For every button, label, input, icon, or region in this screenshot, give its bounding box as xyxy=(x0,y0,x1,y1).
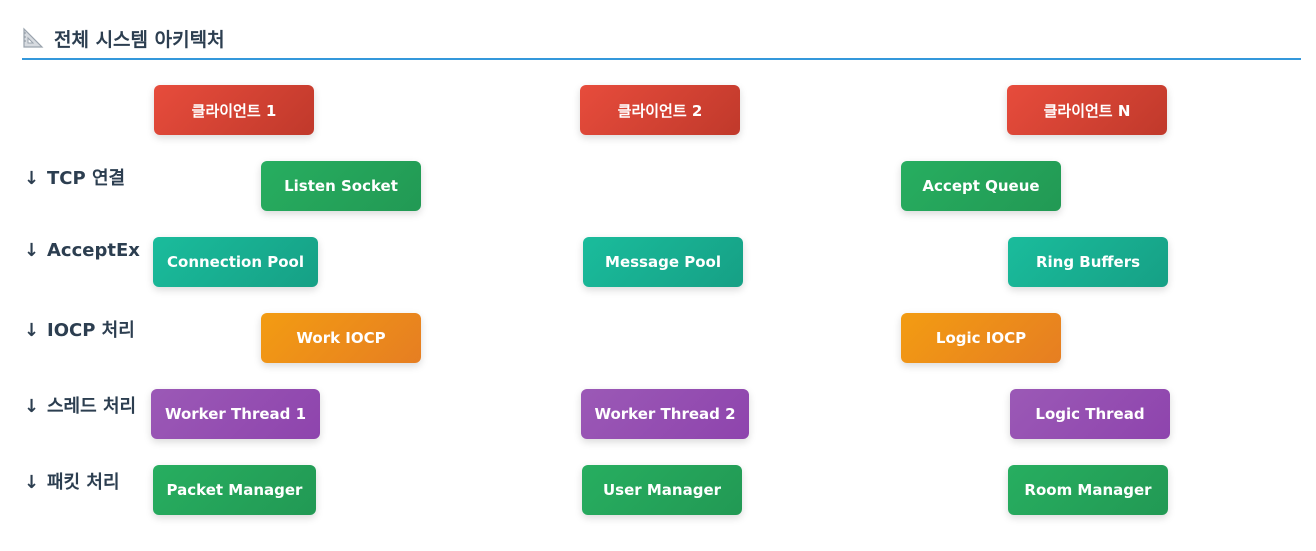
row-label-text: 스레드 처리 xyxy=(47,396,137,417)
connection-pool-node[interactable]: Connection Pool xyxy=(153,237,318,287)
ring-buffers-node[interactable]: Ring Buffers xyxy=(1008,237,1168,287)
client-n-node[interactable]: 클라이언트 N xyxy=(1007,85,1167,135)
row-label-packet: ↓ 패킷 처리 xyxy=(24,468,120,494)
row-label-text: TCP 연결 xyxy=(47,168,126,189)
row-label-acceptex: ↓ AcceptEx xyxy=(24,240,140,261)
worker-thread-1-node[interactable]: Worker Thread 1 xyxy=(151,389,320,439)
architecture-diagram: 전체 시스템 아키텍처 ↓ TCP 연결 ↓ AcceptEx ↓ IOCP 처리 ↓… xyxy=(0,0,1316,551)
section-header: 전체 시스템 아키텍처 xyxy=(22,18,1301,60)
row-label-text: IOCP 처리 xyxy=(47,320,135,341)
listen-socket-node[interactable]: Listen Socket xyxy=(261,161,421,211)
down-arrow-icon: ↓ xyxy=(24,472,40,493)
row-label-tcp: ↓ TCP 연결 xyxy=(24,164,125,190)
worker-thread-2-node[interactable]: Worker Thread 2 xyxy=(581,389,749,439)
page-title: 전체 시스템 아키텍처 xyxy=(54,28,225,51)
client-2-node[interactable]: 클라이언트 2 xyxy=(580,85,740,135)
accept-queue-node[interactable]: Accept Queue xyxy=(901,161,1061,211)
logic-iocp-node[interactable]: Logic IOCP xyxy=(901,313,1061,363)
triangle-ruler-icon xyxy=(22,27,44,49)
user-manager-node[interactable]: User Manager xyxy=(582,465,742,515)
work-iocp-node[interactable]: Work IOCP xyxy=(261,313,421,363)
down-arrow-icon: ↓ xyxy=(24,320,40,341)
room-manager-node[interactable]: Room Manager xyxy=(1008,465,1168,515)
packet-manager-node[interactable]: Packet Manager xyxy=(153,465,316,515)
row-label-text: 패킷 처리 xyxy=(47,472,120,493)
logic-thread-node[interactable]: Logic Thread xyxy=(1010,389,1170,439)
down-arrow-icon: ↓ xyxy=(24,396,40,417)
message-pool-node[interactable]: Message Pool xyxy=(583,237,743,287)
down-arrow-icon: ↓ xyxy=(24,168,40,189)
row-label-text: AcceptEx xyxy=(47,240,140,261)
row-label-thread: ↓ 스레드 처리 xyxy=(24,392,136,418)
row-label-iocp: ↓ IOCP 처리 xyxy=(24,316,135,342)
down-arrow-icon: ↓ xyxy=(24,240,40,261)
client-1-node[interactable]: 클라이언트 1 xyxy=(154,85,314,135)
